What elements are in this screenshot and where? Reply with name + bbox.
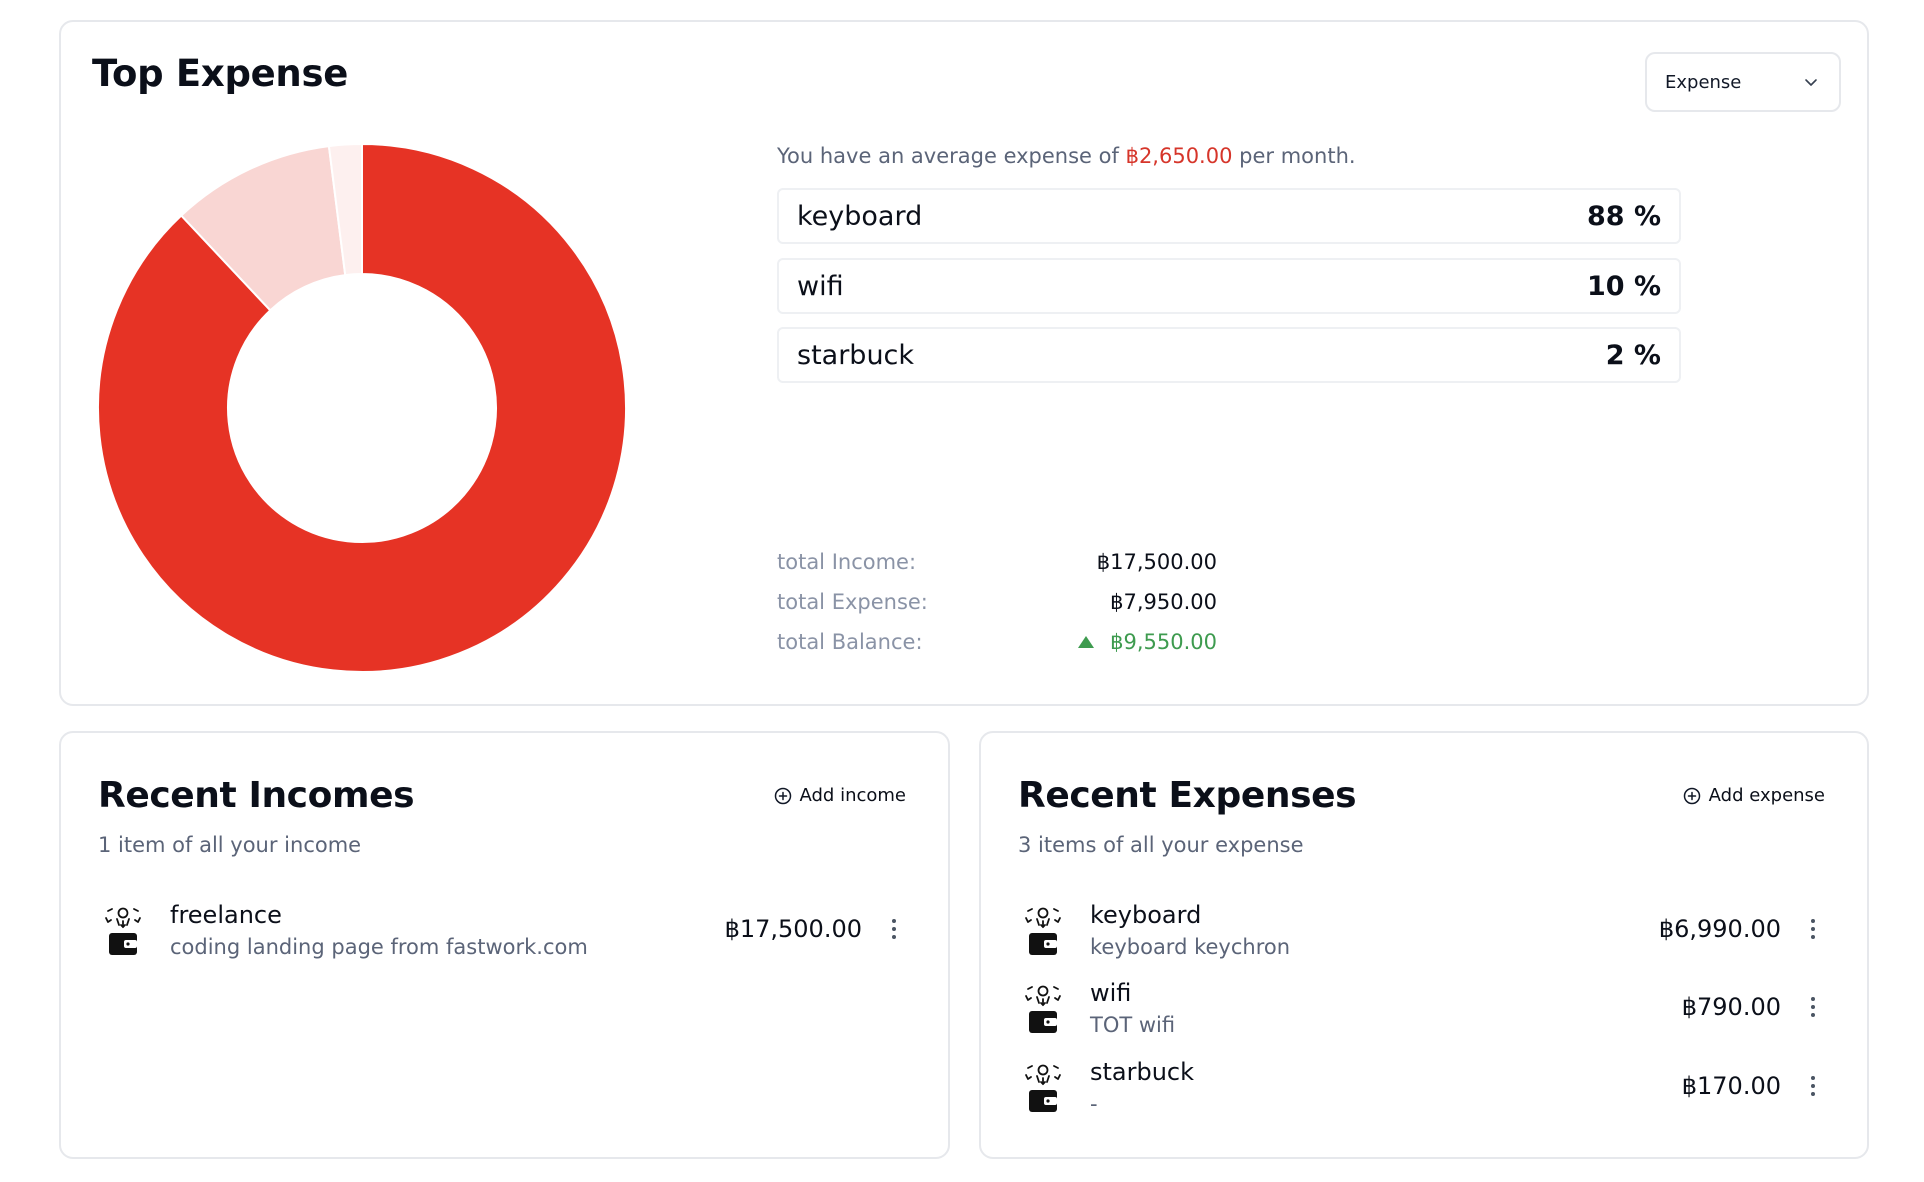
wallet-icon [105, 907, 141, 955]
add-income-button[interactable]: Add income [774, 785, 907, 806]
recent-incomes-subtitle: 1 item of all your income [98, 833, 362, 857]
arrow-up-icon [1078, 636, 1095, 648]
average-expense-suffix: per month. [1239, 144, 1356, 168]
category-percent: 88 % [1586, 200, 1661, 232]
category-name: starbuck [797, 339, 915, 371]
total-balance-value: ฿9,550.00 [1110, 630, 1217, 654]
wallet-icon [1025, 907, 1061, 955]
recent-incomes-title: Recent Incomes [98, 775, 415, 816]
category-row-starbuck: starbuck 2 % [777, 327, 1681, 383]
item-name: freelance [170, 901, 282, 929]
item-name: keyboard [1090, 901, 1202, 929]
item-amount: ฿17,500.00 [724, 915, 862, 943]
total-expense-row: total Expense: ฿7,950.00 [777, 582, 1217, 622]
item-name: starbuck [1090, 1058, 1195, 1086]
category-name: wifi [797, 270, 844, 302]
average-expense-amount: ฿2,650.00 [1125, 144, 1233, 168]
more-vertical-icon[interactable] [1801, 913, 1825, 945]
type-select-value: Expense [1665, 71, 1742, 93]
item-name: wifi [1090, 979, 1132, 1007]
item-description: TOT wifi [1090, 1013, 1176, 1037]
item-amount: ฿790.00 [1681, 993, 1781, 1021]
recent-incomes-card: Recent Incomes Add income 1 item of all … [59, 731, 950, 1159]
add-expense-button[interactable]: Add expense [1683, 785, 1825, 806]
wallet-icon [1025, 1064, 1061, 1112]
more-vertical-icon[interactable] [882, 913, 906, 945]
plus-circle-icon [1683, 787, 1700, 804]
total-expense-value: ฿7,950.00 [1110, 590, 1217, 614]
total-balance-row: total Balance: ฿9,550.00 [777, 622, 1217, 662]
more-vertical-icon[interactable] [1801, 991, 1825, 1023]
chevron-down-icon [1805, 79, 1817, 86]
item-description: coding landing page from fastwork.com [170, 935, 588, 959]
category-row-wifi: wifi 10 % [777, 258, 1681, 314]
top-expense-card: Top Expense Expense You have an average … [59, 20, 1869, 706]
total-income-label: total Income: [777, 550, 917, 574]
totals-summary: total Income: ฿17,500.00 total Expense: … [777, 542, 1217, 662]
total-expense-label: total Expense: [777, 590, 928, 614]
recent-expenses-title: Recent Expenses [1018, 775, 1357, 816]
item-amount: ฿6,990.00 [1658, 915, 1781, 943]
expense-item: starbuck - ฿170.00 [1018, 1058, 1825, 1128]
income-item: freelance coding landing page from fastw… [98, 901, 906, 971]
item-description: keyboard keychron [1090, 935, 1291, 959]
expense-donut-chart [98, 144, 626, 672]
plus-circle-icon [774, 787, 791, 804]
total-balance-wrap: ฿9,550.00 [1078, 630, 1217, 654]
expense-item: wifi TOT wifi ฿790.00 [1018, 979, 1825, 1049]
add-expense-label: Add expense [1708, 785, 1825, 806]
average-expense-text: You have an average expense of ฿2,650.00… [777, 144, 1356, 168]
item-amount: ฿170.00 [1681, 1072, 1781, 1100]
type-select[interactable]: Expense [1645, 52, 1841, 112]
top-expense-title: Top Expense [92, 52, 348, 95]
category-percent: 2 % [1605, 339, 1661, 371]
total-balance-label: total Balance: [777, 630, 923, 654]
total-income-row: total Income: ฿17,500.00 [777, 542, 1217, 582]
category-row-keyboard: keyboard 88 % [777, 188, 1681, 244]
add-income-label: Add income [799, 785, 907, 806]
item-description: - [1090, 1092, 1098, 1116]
average-expense-prefix: You have an average expense of [777, 144, 1119, 168]
category-percent: 10 % [1586, 270, 1661, 302]
recent-expenses-subtitle: 3 items of all your expense [1018, 833, 1304, 857]
recent-expenses-card: Recent Expenses Add expense 3 items of a… [979, 731, 1869, 1159]
category-name: keyboard [797, 200, 923, 232]
expense-item: keyboard keyboard keychron ฿6,990.00 [1018, 901, 1825, 971]
more-vertical-icon[interactable] [1801, 1070, 1825, 1102]
wallet-icon [1025, 985, 1061, 1033]
total-income-value: ฿17,500.00 [1096, 550, 1217, 574]
